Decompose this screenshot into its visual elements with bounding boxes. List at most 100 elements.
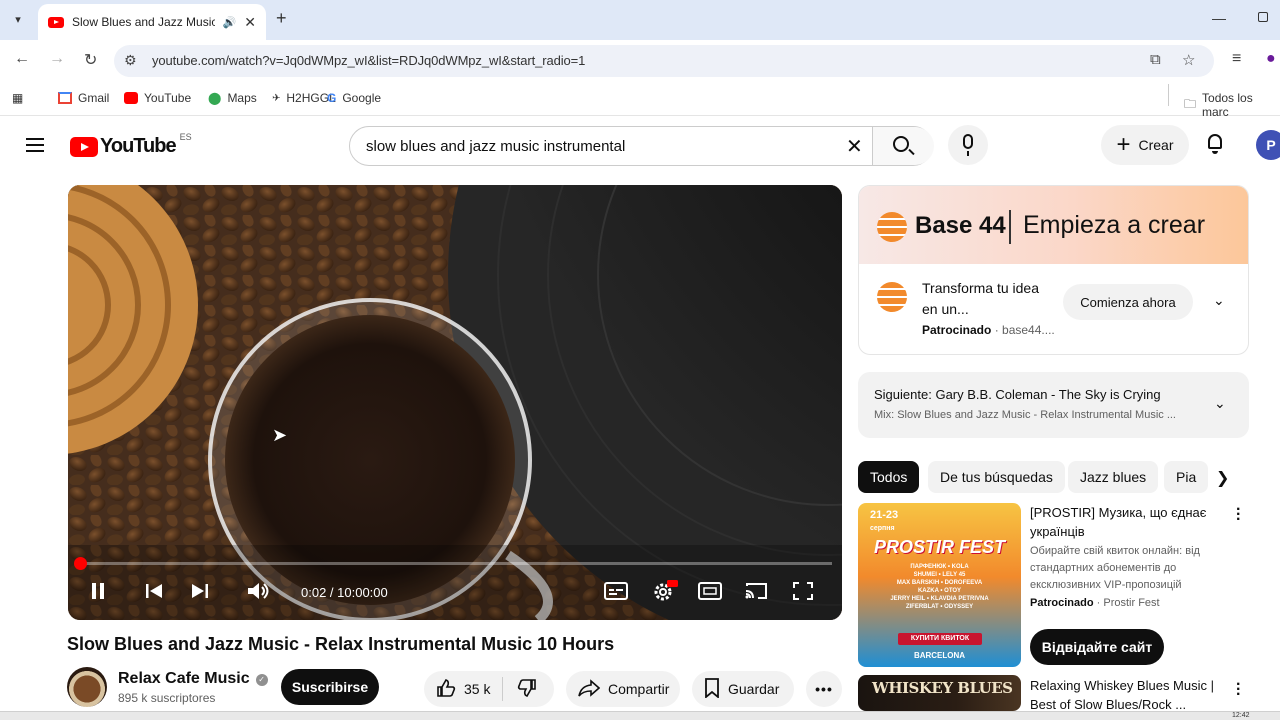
gmail-icon <box>58 92 72 104</box>
chevron-down-icon[interactable]: ⌄ <box>1213 292 1225 309</box>
settings-gear-icon[interactable] <box>652 580 678 607</box>
bookmark-star-icon[interactable]: ☆ <box>1182 51 1195 69</box>
thumb-whiskey-text: WHISKEY BLUES <box>872 679 1013 697</box>
search-input[interactable]: slow blues and jazz music instrumental <box>366 138 625 155</box>
more-options-icon[interactable]: · · · <box>1236 677 1241 703</box>
sponsored-label: Patrocinado <box>922 323 992 337</box>
expand-chevron-icon[interactable]: ⌄ <box>1214 395 1226 412</box>
more-options-icon[interactable]: · · · <box>1236 502 1241 528</box>
thumb-city: BARCELONA <box>913 651 966 660</box>
volume-icon[interactable] <box>246 581 270 606</box>
youtube-logo[interactable]: YouTube ES <box>70 132 192 158</box>
forward-arrow-icon[interactable]: → <box>49 50 65 68</box>
sponsor-name: Prostir Fest <box>1103 597 1160 609</box>
player-controls: 0:02 / 10:00:00 <box>68 570 842 618</box>
chip-piano[interactable]: Pia <box>1164 461 1209 493</box>
install-app-icon[interactable]: ⧉ <box>1150 51 1161 68</box>
recommendation-description: Обирайте свій квиток онлайн: від стандар… <box>1030 545 1200 591</box>
channel-name-text[interactable]: Relax Cafe Music <box>118 670 250 687</box>
thumbs-up-icon <box>436 678 456 700</box>
extension-icon[interactable]: ● <box>1266 50 1276 68</box>
youtube-header: YouTube ES slow blues and jazz music ins… <box>0 117 1280 173</box>
chips-next-arrow-icon[interactable]: ❯ <box>1216 468 1229 488</box>
menu-icon[interactable] <box>26 138 44 156</box>
browser-tabstrip: ▾ Slow Blues and Jazz Music - Relax 🔊 ✕ … <box>0 0 1280 40</box>
previous-icon[interactable] <box>144 582 164 605</box>
video-player[interactable]: ➤ 0:02 / 10:00:00 <box>68 185 842 620</box>
ad-brand: Base 44 <box>915 212 1006 239</box>
tab-search-button[interactable]: ▾ <box>6 8 30 30</box>
ad-cta-button[interactable]: Comienza ahora <box>1063 284 1193 320</box>
thumb-ticket: КУПИТИ КВИТОК <box>898 633 982 645</box>
youtube-play-icon <box>70 136 98 157</box>
chip-de-tus-busquedas[interactable]: De tus búsquedas <box>928 461 1065 493</box>
bookmarks-bar: ▦ Gmail YouTube ⬤ Maps ✈ H2HGGL G Google… <box>0 82 1280 119</box>
progress-bar[interactable] <box>74 557 832 570</box>
theater-mode-icon[interactable] <box>698 582 722 605</box>
youtube-icon <box>124 92 138 104</box>
save-button[interactable]: Guardar <box>692 671 794 707</box>
cast-icon[interactable] <box>744 582 768 605</box>
next-icon[interactable] <box>190 582 210 605</box>
fullscreen-icon[interactable] <box>792 581 814 606</box>
url-text[interactable]: youtube.com/watch?v=Jq0dWMpz_wI&list=RDJ… <box>152 53 585 68</box>
chip-jazz-blues[interactable]: Jazz blues <box>1068 461 1159 493</box>
recommendation-title[interactable]: [PROSTIR] Музика, що єднає українців <box>1030 503 1230 541</box>
bookmark-google[interactable]: G Google <box>327 91 381 105</box>
minimize-window-button[interactable]: — <box>1212 10 1226 26</box>
subscribe-button[interactable]: Suscribirse <box>281 669 379 705</box>
thumb-festival-name: PROSTIR FEST <box>873 537 1005 557</box>
search-button[interactable] <box>872 127 934 165</box>
apps-grid-icon[interactable]: ▦ <box>12 91 23 105</box>
notifications-bell-icon[interactable] <box>1206 134 1224 154</box>
base44-logo-icon <box>877 212 907 242</box>
os-taskbar: 12:42 <box>0 711 1280 720</box>
restore-window-button[interactable] <box>1258 12 1268 22</box>
search-icon <box>893 136 909 152</box>
new-tab-button[interactable]: + <box>276 8 287 29</box>
ad-card[interactable]: Base 44 Empieza a crear Transforma tu id… <box>858 185 1249 355</box>
microphone-stand <box>967 151 969 156</box>
share-button[interactable]: Compartir <box>566 671 680 707</box>
close-tab-icon[interactable]: ✕ <box>244 14 256 31</box>
browser-tab-active[interactable]: Slow Blues and Jazz Music - Relax 🔊 ✕ <box>38 4 266 40</box>
back-arrow-icon[interactable]: ← <box>14 50 30 68</box>
voice-search-button[interactable] <box>948 125 988 165</box>
scrubber-handle[interactable] <box>74 557 87 570</box>
more-actions-button[interactable]: ••• <box>806 671 842 707</box>
channel-name[interactable]: Relax Cafe Music ✓ <box>118 670 268 688</box>
speaker-icon[interactable]: 🔊 <box>223 16 237 29</box>
search-box[interactable]: slow blues and jazz music instrumental ✕ <box>349 126 934 166</box>
thumb-dates: 21-23 серпня <box>870 509 898 535</box>
bookmark-maps[interactable]: ⬤ Maps <box>208 91 257 105</box>
bookmark-gmail[interactable]: Gmail <box>58 91 109 105</box>
folder-icon: 🗀 <box>1184 96 1197 111</box>
site-info-icon[interactable]: ⚙ <box>124 52 137 69</box>
address-bar[interactable]: ⚙ youtube.com/watch?v=Jq0dWMpz_wI&list=R… <box>114 45 1214 77</box>
chip-todos[interactable]: Todos <box>858 461 920 493</box>
ad-banner[interactable]: Base 44 Empieza a crear <box>859 186 1248 264</box>
time-display: 0:02 / 10:00:00 <box>301 585 388 600</box>
dislike-button[interactable] <box>503 678 551 700</box>
bookmark-folder-all[interactable]: 🗀 Todos los marc <box>1184 91 1280 119</box>
create-button[interactable]: + Crear <box>1101 125 1189 165</box>
visit-site-button[interactable]: Відвідайте сайт <box>1030 629 1164 665</box>
bookmark-youtube[interactable]: YouTube <box>124 91 191 105</box>
recommendation-thumbnail[interactable]: 21-23 серпня PROSTIR FEST ПАРФЕНЮК • KOL… <box>858 503 1021 667</box>
like-button[interactable]: 35 k <box>424 677 504 701</box>
channel-avatar[interactable] <box>67 667 107 707</box>
pause-icon[interactable] <box>90 582 106 605</box>
recommendation-title[interactable]: Relaxing Whiskey Blues Music | Best of S… <box>1030 676 1230 714</box>
microphone-icon <box>963 134 973 149</box>
ad-headline[interactable]: Transforma tu idea en un... <box>922 278 1042 320</box>
account-avatar[interactable]: P <box>1256 130 1280 160</box>
clear-search-icon[interactable]: ✕ <box>846 134 863 159</box>
media-controls-icon[interactable]: ≡ <box>1232 50 1241 68</box>
reload-icon[interactable]: ↻ <box>84 50 97 70</box>
up-next-panel[interactable]: Siguiente: Gary B.B. Coleman - The Sky i… <box>858 372 1249 438</box>
verified-badge-icon: ✓ <box>255 674 268 686</box>
recommendation-thumbnail[interactable]: WHISKEY BLUES <box>858 675 1021 711</box>
subtitles-icon[interactable] <box>604 582 628 605</box>
recommendation-meta: Patrocinado · Prostir Fest <box>1030 597 1160 609</box>
mouse-cursor-icon: ➤ <box>272 425 288 445</box>
